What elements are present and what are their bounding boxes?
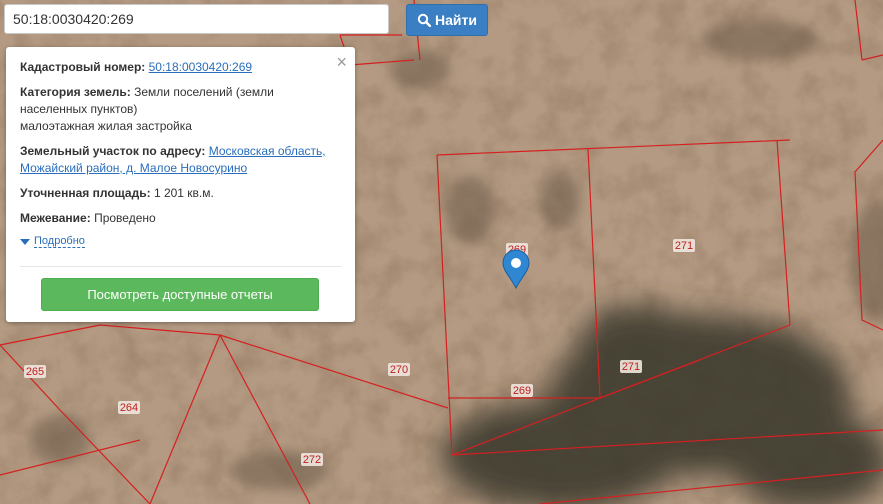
details-link[interactable]: Подробно xyxy=(34,235,85,248)
address-link-1[interactable]: Московская область, xyxy=(209,144,326,158)
svg-text:271: 271 xyxy=(622,361,640,373)
svg-text:270: 270 xyxy=(390,364,408,376)
parcel-label-271-bottom: 271 xyxy=(620,360,642,373)
search-button[interactable]: Найти xyxy=(406,4,488,36)
svg-text:264: 264 xyxy=(120,402,138,414)
close-icon[interactable]: × xyxy=(336,53,347,71)
cadastral-number-label: Кадастровый номер: xyxy=(20,60,146,74)
divider xyxy=(20,266,341,267)
survey-value: Проведено xyxy=(94,211,156,225)
parcel-label-271-top: 271 xyxy=(673,239,695,252)
address-link-2[interactable]: Можайский район, д. Малое Новосурино xyxy=(20,161,247,175)
area-row: Уточненная площадь: 1 201 кв.м. xyxy=(20,185,341,202)
cadastral-number-row: Кадастровый номер: 50:18:0030420:269 xyxy=(20,59,341,76)
svg-text:265: 265 xyxy=(26,366,44,378)
search-icon xyxy=(417,13,432,27)
parcel-label-272: 272 xyxy=(301,453,323,466)
land-category-value-3: малоэтажная жилая застройка xyxy=(20,119,192,133)
parcel-info-popup: × Кадастровый номер: 50:18:0030420:269 К… xyxy=(6,47,355,322)
parcel-label-265: 265 xyxy=(24,365,46,378)
survey-label: Межевание: xyxy=(20,211,91,225)
land-category-value-1: Земли поселений (земли xyxy=(134,85,274,99)
svg-text:269: 269 xyxy=(513,385,531,397)
view-reports-button[interactable]: Посмотреть доступные отчеты xyxy=(41,278,319,311)
land-category-value-2: населенных пунктов) xyxy=(20,102,138,116)
land-category-label: Категория земель: xyxy=(20,85,131,99)
area-label: Уточненная площадь: xyxy=(20,186,151,200)
details-toggle[interactable]: Подробно xyxy=(20,235,341,248)
triangle-down-icon xyxy=(20,238,30,245)
address-row: Земельный участок по адресу: Московская … xyxy=(20,143,341,177)
parcel-label-264: 264 xyxy=(118,401,140,414)
land-category-row: Категория земель: Земли поселений (земли… xyxy=(20,84,341,135)
cadastral-number-link[interactable]: 50:18:0030420:269 xyxy=(149,60,252,74)
address-label: Земельный участок по адресу: xyxy=(20,144,206,158)
survey-row: Межевание: Проведено xyxy=(20,210,341,227)
area-value: 1 201 кв.м. xyxy=(153,186,214,200)
parcel-label-269-bottom: 269 xyxy=(511,384,533,397)
search-button-label: Найти xyxy=(435,12,477,28)
svg-text:272: 272 xyxy=(303,454,321,466)
search-input[interactable] xyxy=(4,4,389,34)
parcel-label-270: 270 xyxy=(388,363,410,376)
svg-text:271: 271 xyxy=(675,240,693,252)
